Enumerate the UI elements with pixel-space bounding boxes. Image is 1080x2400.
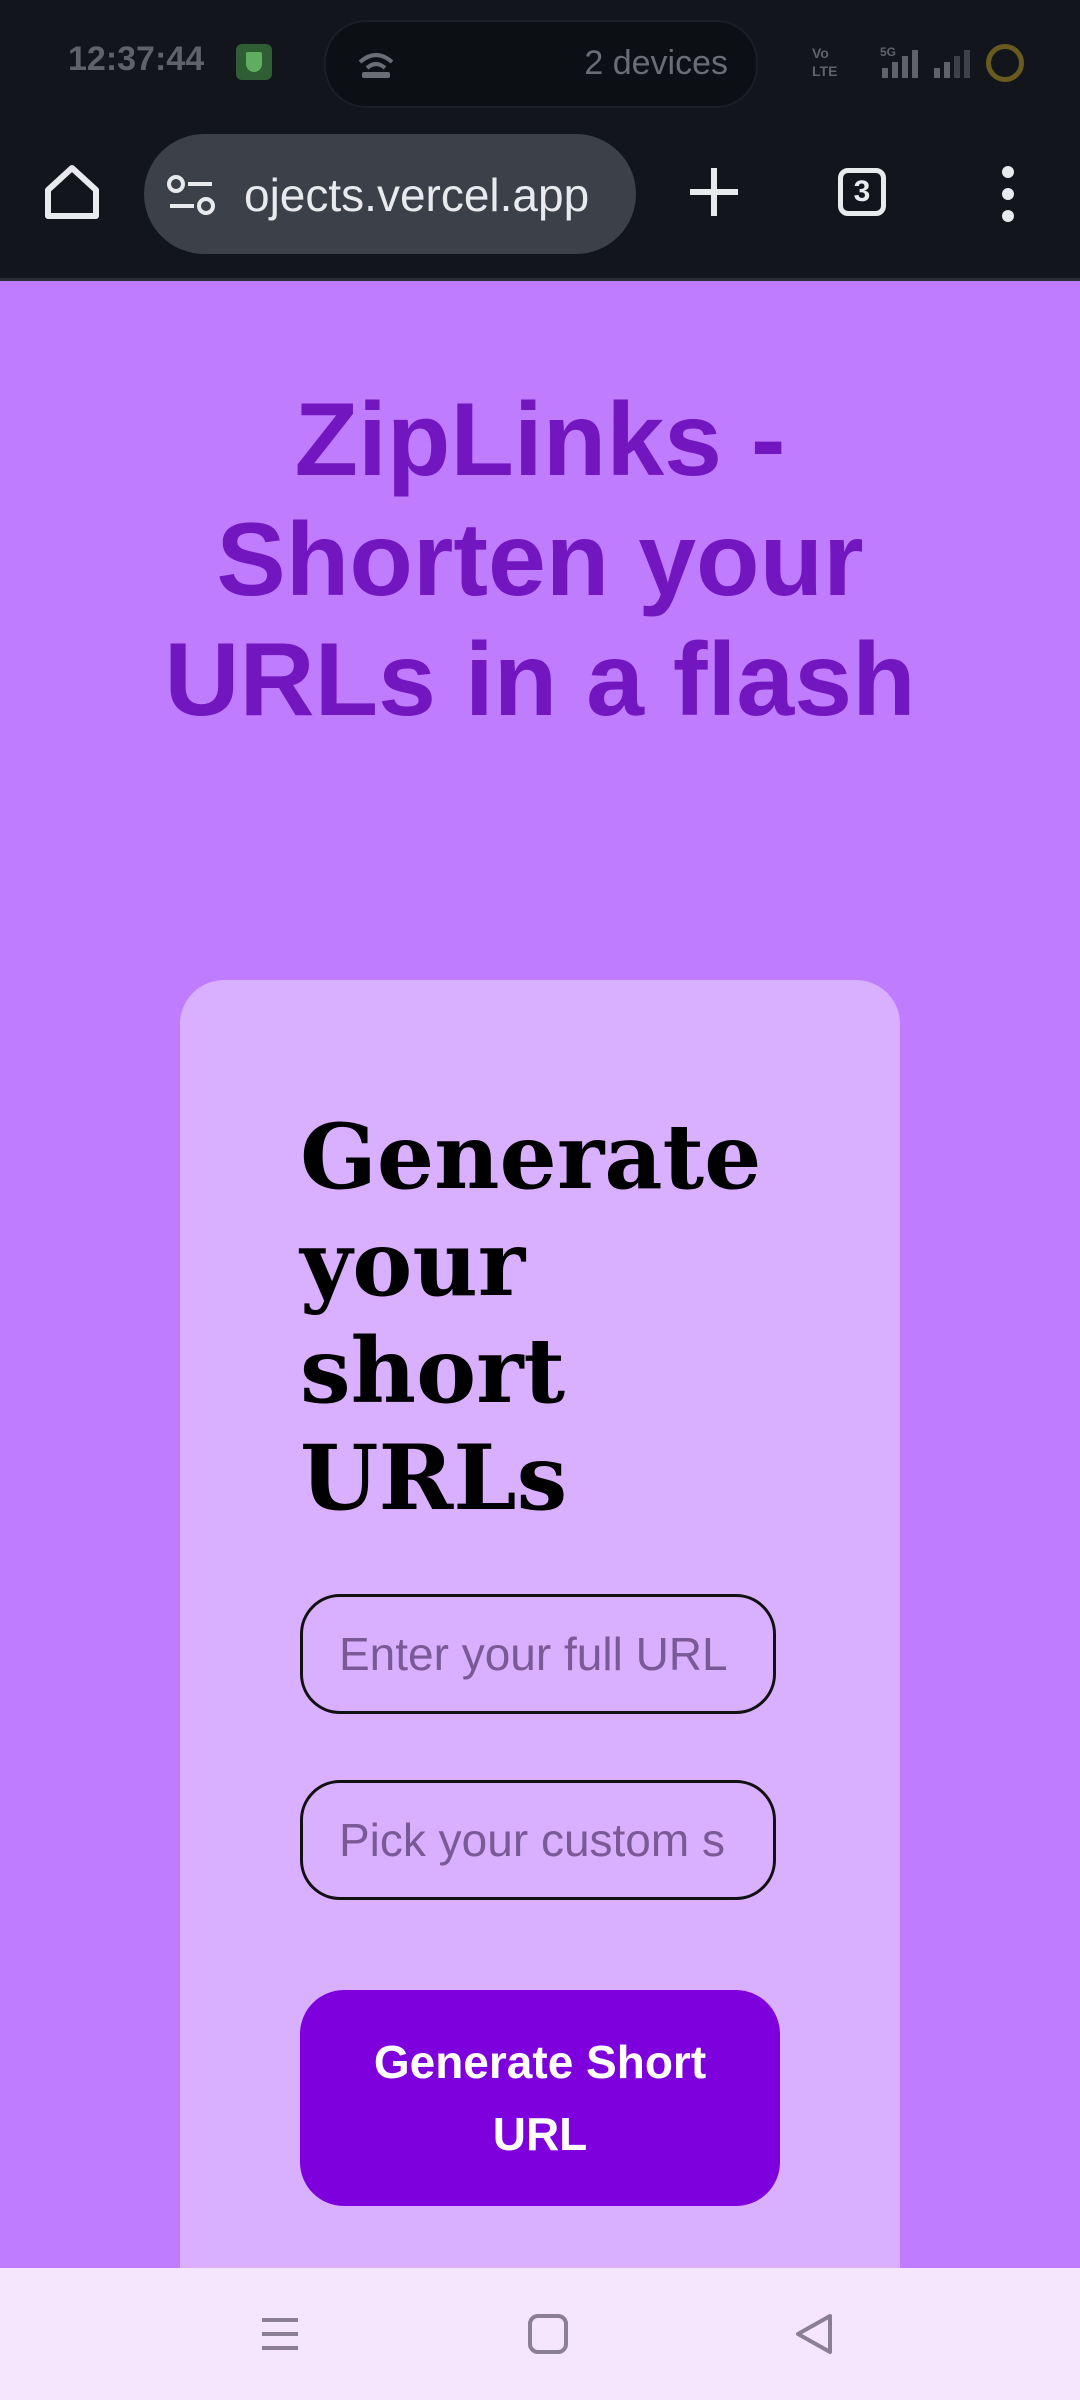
page-title: ZipLinks - Shorten your URLs in a flash: [164, 382, 916, 738]
battery-ring-icon: [986, 44, 1024, 82]
svg-text:5G: 5G: [880, 45, 896, 59]
browser-toolbar: ojects.vercel.app 3: [0, 130, 1080, 281]
status-bar: 12:37:44 2 devices Vo LTE 5G: [0, 0, 1080, 130]
generator-card: Generate your short URLs Generate Short …: [180, 980, 900, 2270]
generate-short-url-button[interactable]: Generate Short URL: [300, 1990, 780, 2206]
tune-icon[interactable]: [166, 174, 216, 218]
plus-icon[interactable]: [686, 164, 742, 220]
svg-text:LTE: LTE: [812, 63, 837, 79]
card-heading: Generate your short URLs: [300, 1104, 762, 1531]
menu-icon[interactable]: [258, 2312, 302, 2356]
status-time: 12:37:44: [68, 40, 205, 78]
tabs-icon[interactable]: 3: [838, 168, 886, 216]
signal-icon: Vo LTE 5G: [812, 45, 970, 79]
address-bar[interactable]: ojects.vercel.app: [144, 134, 636, 254]
home-icon[interactable]: [40, 160, 104, 224]
tab-count: 3: [853, 175, 871, 208]
square-icon[interactable]: [526, 2312, 570, 2356]
full-url-input[interactable]: [300, 1594, 776, 1714]
devices-pill[interactable]: 2 devices: [324, 20, 758, 108]
hotspot-icon: [358, 53, 394, 78]
system-nav-bar: [0, 2268, 1080, 2400]
back-icon[interactable]: [792, 2312, 836, 2356]
url-text: ojects.vercel.app: [244, 169, 590, 221]
custom-slug-input[interactable]: [300, 1780, 776, 1900]
svg-text:Vo: Vo: [812, 45, 829, 61]
more-vert-icon[interactable]: [996, 166, 1020, 222]
devices-label: 2 devices: [584, 44, 728, 82]
shield-icon: [236, 44, 272, 80]
